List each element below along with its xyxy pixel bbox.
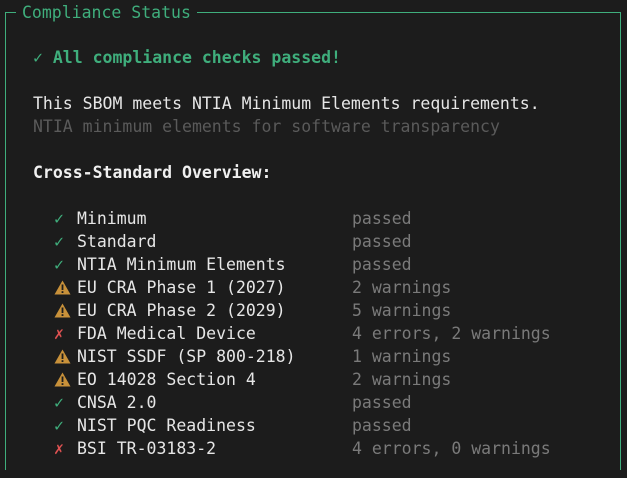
- standard-row: ✓ Minimum passed: [54, 207, 614, 230]
- standard-row: EO 14028 Section 4 2 warnings: [54, 368, 614, 391]
- panel-title: Compliance Status: [16, 1, 197, 24]
- standard-status: 1 warnings: [352, 347, 452, 366]
- standard-status: 5 warnings: [352, 301, 452, 320]
- standard-status: passed: [352, 209, 412, 228]
- standard-name: NIST SSDF (SP 800-218): [77, 347, 296, 366]
- standard-row: EU CRA Phase 2 (2029) 5 warnings: [54, 299, 614, 322]
- standard-name: EO 14028 Section 4: [77, 370, 256, 389]
- cross-icon: ✗: [54, 439, 64, 458]
- standard-status: 4 errors, 2 warnings: [352, 324, 551, 343]
- standard-name: BSI TR-03183-2: [77, 439, 217, 458]
- standard-status: 4 errors, 0 warnings: [352, 439, 551, 458]
- warning-icon: [54, 345, 72, 368]
- standard-name: Minimum: [77, 209, 147, 228]
- standard-status: 2 warnings: [352, 370, 452, 389]
- overview-heading: Cross-Standard Overview:: [33, 163, 272, 182]
- standard-name: FDA Medical Device: [77, 324, 256, 343]
- standard-row: ✓ Standard passed: [54, 230, 614, 253]
- check-icon: ✓: [54, 209, 64, 228]
- standard-name: Standard: [77, 232, 157, 251]
- standard-status: passed: [352, 393, 412, 412]
- warning-icon: [54, 368, 72, 391]
- check-icon: ✓: [54, 255, 64, 274]
- standard-row: ✗ FDA Medical Device 4 errors, 2 warnings: [54, 322, 614, 345]
- standard-status: passed: [352, 255, 412, 274]
- standard-row: ✓ NTIA Minimum Elements passed: [54, 253, 614, 276]
- standard-row: ✓ NIST PQC Readiness passed: [54, 414, 614, 437]
- standard-status: passed: [352, 416, 412, 435]
- success-message: ✓ All compliance checks passed!: [33, 48, 341, 67]
- warning-icon: [54, 276, 72, 299]
- standard-status: 2 warnings: [352, 278, 452, 297]
- standard-name: EU CRA Phase 1 (2027): [77, 278, 286, 297]
- cross-icon: ✗: [54, 324, 64, 343]
- standard-row: ✗ BSI TR-03183-2 4 errors, 0 warnings: [54, 437, 614, 460]
- standard-name: NTIA Minimum Elements: [77, 255, 286, 274]
- standard-row: NIST SSDF (SP 800-218) 1 warnings: [54, 345, 614, 368]
- check-icon: ✓: [54, 416, 64, 435]
- standard-status: passed: [352, 232, 412, 251]
- check-icon: ✓: [54, 232, 64, 251]
- check-icon: ✓: [54, 393, 64, 412]
- meets-requirements-text: This SBOM meets NTIA Minimum Elements re…: [33, 94, 540, 113]
- warning-icon: [54, 299, 72, 322]
- standard-name: CNSA 2.0: [77, 393, 157, 412]
- standard-description: NTIA minimum elements for software trans…: [33, 117, 500, 136]
- standard-row: ✓ CNSA 2.0 passed: [54, 391, 614, 414]
- standard-name: NIST PQC Readiness: [77, 416, 256, 435]
- standard-row: EU CRA Phase 1 (2027) 2 warnings: [54, 276, 614, 299]
- standard-name: EU CRA Phase 2 (2029): [77, 301, 286, 320]
